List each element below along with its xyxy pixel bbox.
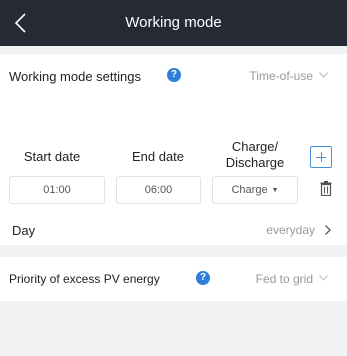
day-value[interactable]: everyday: [266, 223, 315, 237]
charge-header-line2: Discharge: [225, 155, 285, 170]
working-mode-value[interactable]: Time-of-use: [249, 69, 313, 83]
working-mode-settings-row[interactable]: Working mode settings ? Time-of-use: [0, 66, 347, 86]
trash-icon[interactable]: [320, 181, 332, 196]
chevron-right-icon[interactable]: [325, 225, 331, 235]
excess-pv-row[interactable]: Priority of excess PV energy ? Fed to gr…: [0, 269, 347, 289]
start-time-field[interactable]: 01:00: [9, 176, 105, 204]
charge-header-line1: Charge/: [231, 139, 279, 154]
working-mode-card: Working mode settings ? Time-of-use Star…: [0, 54, 347, 245]
day-label: Day: [12, 223, 36, 238]
help-icon[interactable]: ?: [196, 271, 210, 285]
end-time-field[interactable]: 06:00: [116, 176, 201, 204]
charge-mode-select[interactable]: Charge ▼: [212, 176, 298, 204]
working-mode-settings-label: Working mode settings: [9, 69, 141, 84]
caret-down-icon: ▼: [271, 187, 279, 194]
start-date-header: Start date: [23, 149, 81, 164]
end-date-header: End date: [131, 149, 185, 164]
charge-mode-value: Charge: [231, 184, 268, 196]
help-icon[interactable]: ?: [167, 68, 181, 82]
app-header: Working mode: [0, 0, 347, 46]
excess-pv-value[interactable]: Fed to grid: [256, 272, 313, 286]
chevron-down-icon[interactable]: [319, 275, 328, 281]
excess-pv-label: Priority of excess PV energy: [9, 272, 160, 286]
day-row[interactable]: Day everyday: [0, 220, 347, 240]
add-schedule-button[interactable]: [310, 146, 332, 168]
page-title: Working mode: [125, 14, 222, 31]
excess-pv-card: Priority of excess PV energy ? Fed to gr…: [0, 257, 347, 301]
chevron-down-icon[interactable]: [319, 72, 328, 78]
charge-discharge-header: Charge/ Discharge: [205, 139, 305, 171]
